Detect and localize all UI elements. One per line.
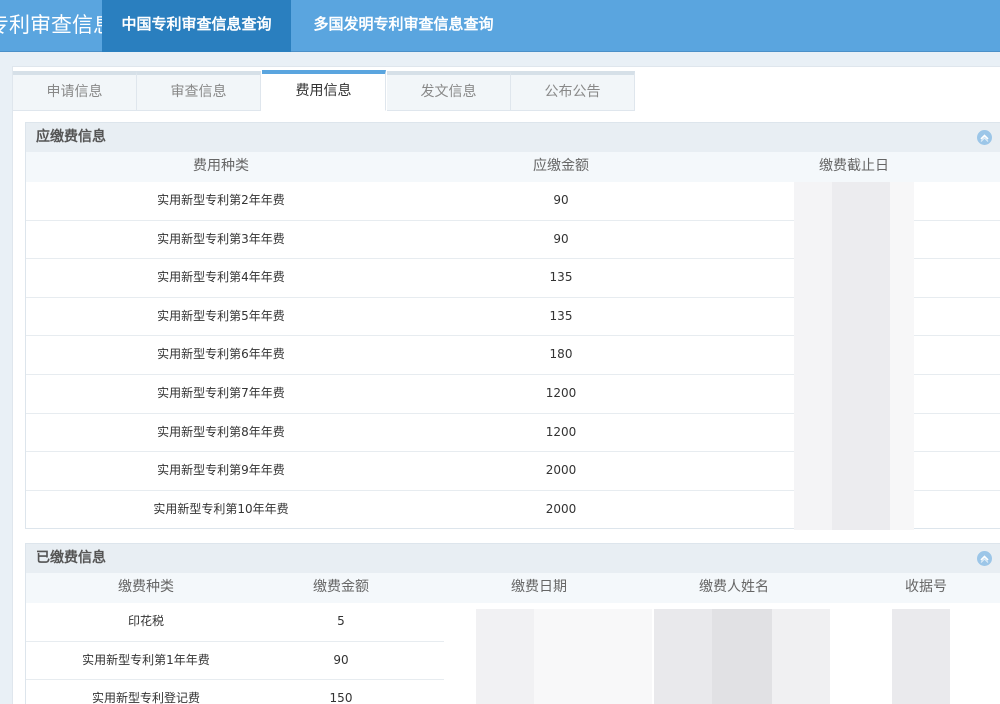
fee-type-cell: 实用新型专利第5年年费 bbox=[157, 308, 285, 323]
collapse-up-icon[interactable] bbox=[977, 130, 992, 145]
site-title: 专利审查信息查询 bbox=[0, 13, 102, 37]
tab-fee-info[interactable]: 费用信息 bbox=[262, 70, 386, 111]
amount-cell: 135 bbox=[549, 308, 573, 323]
due-fees-rows: 实用新型专利第2年年费 90 实用新型专利第3年年费 90 实用新型专利第4年年费 1… bbox=[26, 182, 1000, 530]
tab-application-info[interactable]: 申请信息 bbox=[13, 71, 137, 111]
redacted-payer-name bbox=[712, 609, 772, 704]
tab-examination-info[interactable]: 审查信息 bbox=[137, 71, 261, 111]
redacted-due-date bbox=[794, 182, 832, 530]
redacted-payer-name bbox=[654, 609, 712, 704]
column-header-payer-name: 缴费人姓名 bbox=[699, 579, 769, 595]
column-header-receipt-number: 收据号 bbox=[905, 579, 947, 595]
redacted-payment-date bbox=[534, 609, 652, 704]
collapse-up-icon[interactable] bbox=[977, 551, 992, 566]
payment-type-cell: 实用新型专利登记费 bbox=[91, 691, 200, 704]
amount-cell: 1200 bbox=[545, 424, 577, 439]
due-fees-title: 应缴费信息 bbox=[26, 123, 1000, 152]
payment-amount-cell: 5 bbox=[337, 614, 345, 628]
fee-type-cell: 实用新型专利第3年年费 bbox=[157, 231, 285, 246]
sub-tab-bar: 申请信息 审查信息 费用信息 发文信息 公布公告 bbox=[13, 70, 637, 111]
column-header-fee-type: 费用种类 bbox=[193, 158, 249, 174]
paid-fees-title: 已缴费信息 bbox=[26, 544, 1000, 573]
redacted-due-date bbox=[832, 182, 890, 530]
column-header-amount-due: 应缴金额 bbox=[533, 158, 589, 174]
column-header-payment-date: 缴费日期 bbox=[511, 579, 567, 595]
paid-fees-header-row: 缴费种类 缴费金额 缴费日期 缴费人姓名 收据号 bbox=[26, 573, 1000, 603]
fee-type-cell: 实用新型专利第2年年费 bbox=[157, 193, 285, 207]
fee-type-cell: 实用新型专利第8年年费 bbox=[157, 424, 285, 439]
amount-cell: 2000 bbox=[545, 463, 577, 478]
amount-cell: 180 bbox=[549, 347, 573, 362]
paid-fees-panel: 已缴费信息 缴费种类 缴费金额 缴费日期 缴费人姓名 收据号 印花税 5 实用新型… bbox=[25, 543, 1000, 704]
due-fees-panel: 应缴费信息 费用种类 应缴金额 缴费截止日 实用新型专利第2年年费 90 实用新型… bbox=[25, 122, 1000, 530]
tab-publication-info[interactable]: 公布公告 bbox=[511, 71, 635, 111]
fee-type-cell: 实用新型专利第9年年费 bbox=[157, 463, 285, 478]
redacted-due-date bbox=[890, 182, 914, 530]
table-row: 印花税 5 bbox=[26, 603, 444, 642]
redacted-receipt-number bbox=[892, 609, 950, 704]
nav-tab-china-patent[interactable]: 中国专利审查信息查询 bbox=[102, 0, 291, 52]
column-header-payment-amount: 缴费金额 bbox=[313, 579, 369, 595]
fee-type-cell: 实用新型专利第6年年费 bbox=[157, 347, 285, 362]
paid-fees-rows: 印花税 5 实用新型专利第1年年费 90 实用新型专利登记费 150 bbox=[26, 603, 1000, 704]
table-row: 实用新型专利登记费 150 bbox=[26, 680, 444, 704]
column-header-due-date: 缴费截止日 bbox=[819, 158, 889, 174]
payment-type-cell: 印花税 bbox=[127, 614, 164, 628]
payment-amount-cell: 90 bbox=[333, 652, 349, 667]
column-header-payment-type: 缴费种类 bbox=[118, 579, 174, 595]
top-navigation-bar: 专利审查信息查询 中国专利审查信息查询 多国发明专利审查信息查询 bbox=[0, 0, 1000, 52]
fee-type-cell: 实用新型专利第7年年费 bbox=[157, 385, 285, 400]
paid-fees-title-text: 已缴费信息 bbox=[36, 550, 106, 566]
fee-type-cell: 实用新型专利第4年年费 bbox=[157, 270, 285, 285]
redacted-payment-date bbox=[476, 609, 534, 704]
tab-notice-info[interactable]: 发文信息 bbox=[387, 71, 511, 111]
due-fees-header-row: 费用种类 应缴金额 缴费截止日 bbox=[26, 152, 1000, 182]
payment-type-cell: 实用新型专利第1年年费 bbox=[82, 652, 210, 667]
fee-type-cell: 实用新型专利第10年年费 bbox=[153, 501, 289, 516]
payment-amount-cell: 150 bbox=[329, 691, 353, 704]
amount-cell: 90 bbox=[553, 193, 569, 207]
amount-cell: 1200 bbox=[545, 385, 577, 400]
due-fees-title-text: 应缴费信息 bbox=[36, 129, 106, 145]
amount-cell: 90 bbox=[553, 231, 569, 246]
nav-tab-multinational-patent[interactable]: 多国发明专利审查信息查询 bbox=[291, 0, 516, 52]
table-row: 实用新型专利第1年年费 90 bbox=[26, 642, 444, 681]
amount-cell: 2000 bbox=[545, 501, 577, 516]
redacted-payer-name bbox=[772, 609, 830, 704]
main-content: 申请信息 审查信息 费用信息 发文信息 公布公告 应缴费信息 费用种类 应缴金额… bbox=[12, 66, 1000, 704]
amount-cell: 135 bbox=[549, 270, 573, 285]
